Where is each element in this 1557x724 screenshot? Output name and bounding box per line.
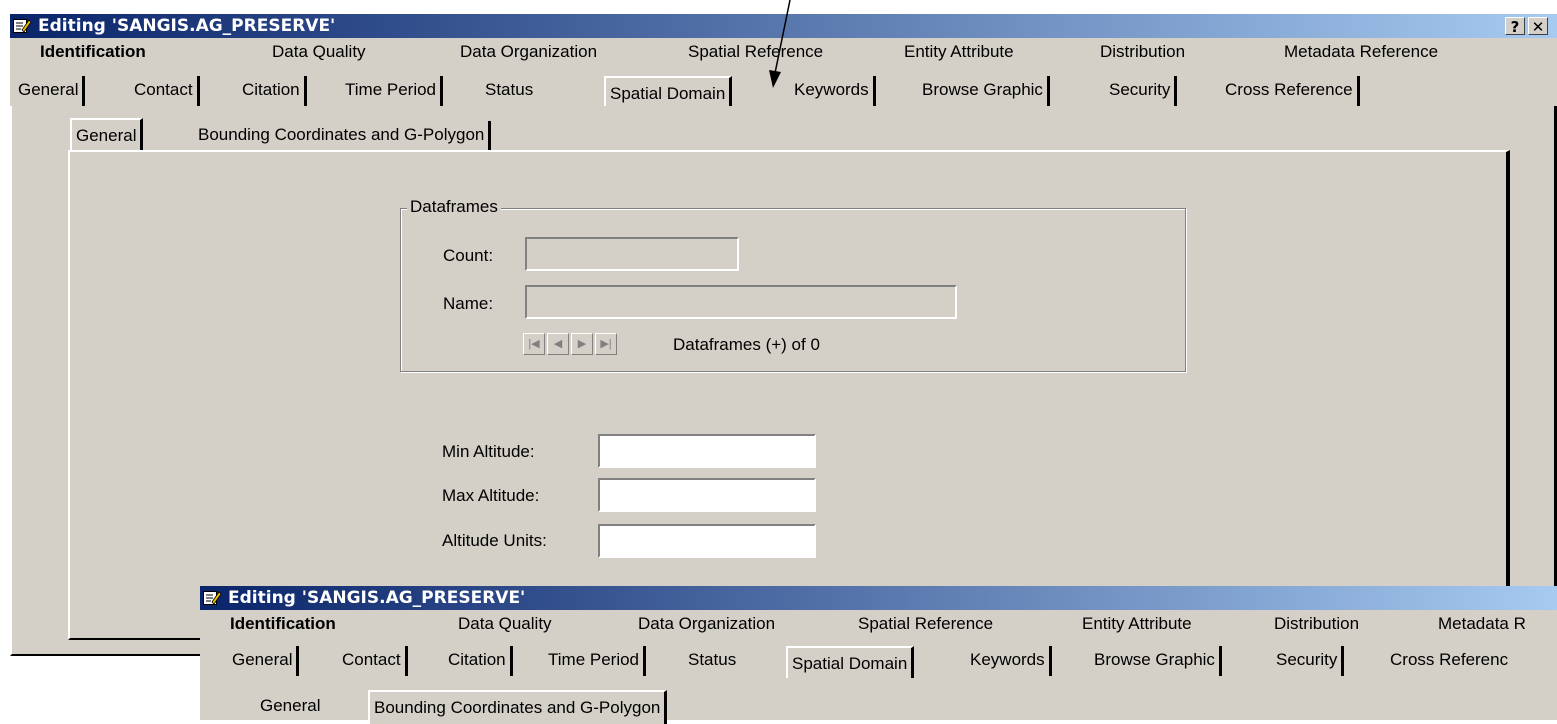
- min-altitude-input[interactable]: [600, 436, 814, 466]
- tab-citation[interactable]: Citation: [444, 646, 513, 676]
- max-altitude-input[interactable]: [600, 480, 814, 510]
- tab-spatial-domain[interactable]: Spatial Domain: [604, 76, 733, 110]
- tab-cross-reference[interactable]: Cross Referenc: [1386, 646, 1512, 676]
- tab-security[interactable]: Security: [1272, 646, 1345, 676]
- tab-keywords[interactable]: Keywords: [966, 646, 1052, 676]
- help-button[interactable]: ?: [1505, 17, 1525, 36]
- next-record-icon[interactable]: ▶: [571, 333, 593, 355]
- menu-data-organization[interactable]: Data Organization: [460, 38, 597, 66]
- second-subtab-row: General Bounding Coordinates and G-Polyg…: [256, 690, 856, 724]
- menu-distribution[interactable]: Distribution: [1100, 38, 1185, 66]
- tab-keywords[interactable]: Keywords: [790, 76, 876, 106]
- second-window: Editing 'SANGIS.AG_PRESERVE' Identificat…: [200, 586, 1557, 724]
- menu-metadata-reference[interactable]: Metadata R: [1438, 610, 1526, 638]
- menu-identification[interactable]: Identification: [40, 38, 146, 66]
- max-altitude-field[interactable]: [598, 478, 816, 512]
- second-window-title: Editing 'SANGIS.AG_PRESERVE': [228, 588, 526, 608]
- min-altitude-label: Min Altitude:: [442, 442, 535, 461]
- name-field: [525, 285, 957, 319]
- subtab-bounding-coordinates[interactable]: Bounding Coordinates and G-Polygon: [368, 690, 668, 724]
- menu-distribution[interactable]: Distribution: [1274, 610, 1359, 638]
- dataframes-status: Dataframes (+) of 0: [673, 335, 820, 354]
- tab-general[interactable]: General: [14, 76, 86, 106]
- count-label: Count:: [443, 246, 494, 265]
- tab-time-period[interactable]: Time Period: [341, 76, 444, 106]
- menu-metadata-reference[interactable]: Metadata Reference: [1284, 38, 1438, 66]
- menu-identification[interactable]: Identification: [230, 610, 336, 638]
- tab-security[interactable]: Security: [1105, 76, 1178, 106]
- menu-data-quality[interactable]: Data Quality: [272, 38, 366, 66]
- tab-browse-graphic[interactable]: Browse Graphic: [918, 76, 1050, 106]
- max-altitude-label: Max Altitude:: [442, 486, 540, 505]
- menu-entity-attribute[interactable]: Entity Attribute: [1082, 610, 1192, 638]
- previous-record-icon[interactable]: ◀: [547, 333, 569, 355]
- min-altitude-field[interactable]: [598, 434, 816, 468]
- window-title: Editing 'SANGIS.AG_PRESERVE': [38, 16, 336, 36]
- close-button[interactable]: ✕: [1528, 17, 1548, 36]
- dataframes-navigator: |◀ ◀ ▶ ▶|: [523, 333, 643, 355]
- tab-cross-reference[interactable]: Cross Reference: [1221, 76, 1360, 106]
- second-menu-bar: Identification Data Quality Data Organiz…: [200, 610, 1557, 638]
- tab-status[interactable]: Status: [481, 76, 537, 106]
- count-input: [527, 239, 737, 269]
- edit-icon: [13, 17, 32, 34]
- dataframes-legend: Dataframes: [407, 197, 501, 217]
- subtab-general[interactable]: General: [256, 692, 324, 722]
- first-record-icon[interactable]: |◀: [523, 333, 545, 355]
- count-field: [525, 237, 739, 271]
- edit-icon: [203, 589, 222, 606]
- subtab-row: General Bounding Coordinates and G-Polyg…: [70, 118, 670, 152]
- altitude-units-input[interactable]: [600, 526, 814, 556]
- subtab-bounding-coordinates[interactable]: Bounding Coordinates and G-Polygon: [194, 121, 492, 151]
- menu-data-organization[interactable]: Data Organization: [638, 610, 775, 638]
- tab-contact[interactable]: Contact: [130, 76, 200, 106]
- last-record-icon[interactable]: ▶|: [595, 333, 617, 355]
- tab-contact[interactable]: Contact: [338, 646, 408, 676]
- menu-spatial-reference[interactable]: Spatial Reference: [688, 38, 823, 66]
- altitude-units-field[interactable]: [598, 524, 816, 558]
- tab-status[interactable]: Status: [684, 646, 740, 676]
- menu-spatial-reference[interactable]: Spatial Reference: [858, 610, 993, 638]
- tab-general[interactable]: General: [228, 646, 300, 676]
- tab-citation[interactable]: Citation: [238, 76, 307, 106]
- tab-time-period[interactable]: Time Period: [544, 646, 647, 676]
- pointer-arrow: [769, 0, 791, 88]
- tab-spatial-domain[interactable]: Spatial Domain: [786, 646, 915, 678]
- subtab-general[interactable]: General: [70, 118, 144, 152]
- name-input: [527, 287, 955, 317]
- dataframes-group: Dataframes Count: Name: |◀ ◀ ▶ ▶| Datafr…: [400, 197, 1186, 372]
- name-label: Name:: [443, 294, 494, 313]
- second-title-bar: Editing 'SANGIS.AG_PRESERVE': [200, 586, 1557, 610]
- altitude-units-label: Altitude Units:: [442, 531, 547, 550]
- menu-data-quality[interactable]: Data Quality: [458, 610, 552, 638]
- tab-browse-graphic[interactable]: Browse Graphic: [1090, 646, 1222, 676]
- second-tab-row: General Contact Citation Time Period Sta…: [200, 638, 1557, 678]
- menu-entity-attribute[interactable]: Entity Attribute: [904, 38, 1014, 66]
